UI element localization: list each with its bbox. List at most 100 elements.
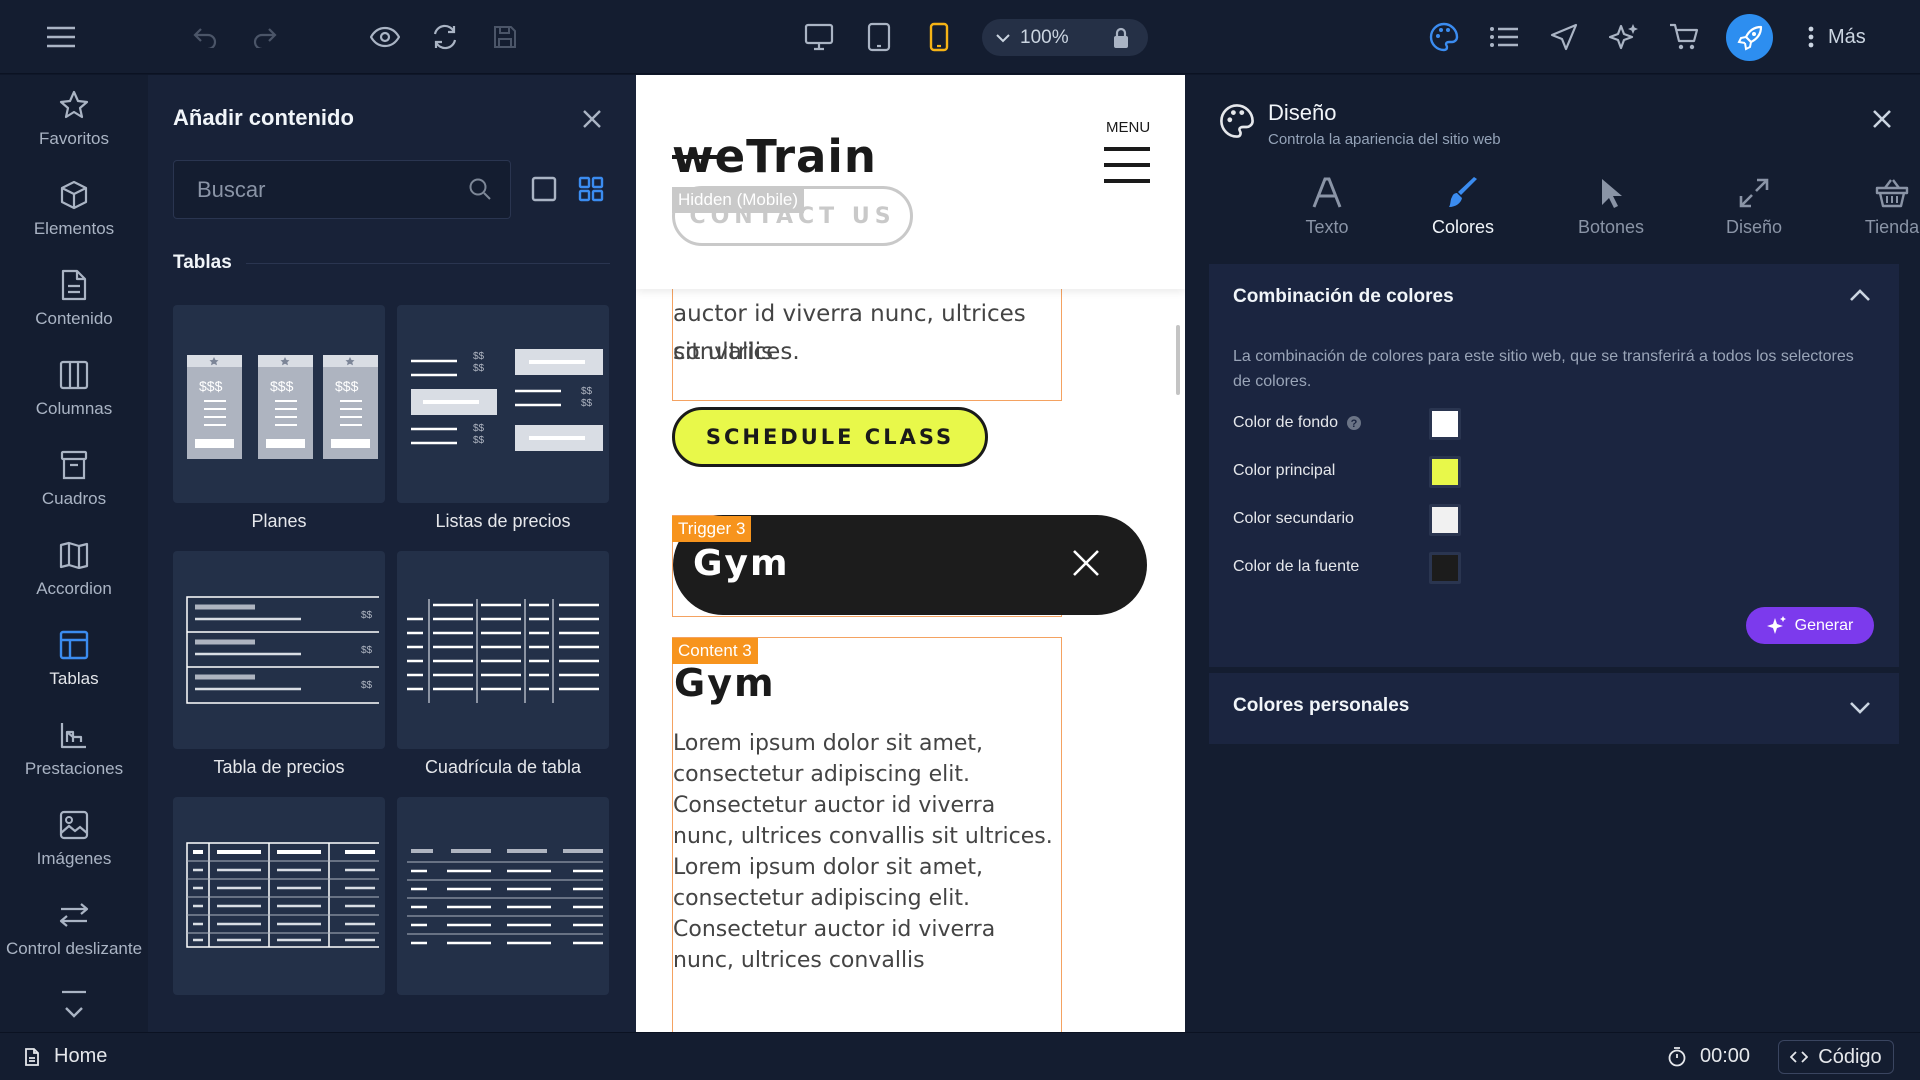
sidebar-item-label: Favoritos (39, 129, 109, 148)
card-tabla-de-precios[interactable]: $$ $$ $$ (173, 551, 385, 749)
tab-label: Diseño (1725, 217, 1783, 237)
publish-rocket-icon[interactable] (1726, 14, 1773, 61)
tab-tienda[interactable]: Tienda (1832, 173, 1920, 243)
tab-diseno[interactable]: Diseño (1694, 173, 1814, 243)
palette-icon[interactable] (1422, 15, 1466, 59)
tab-texto[interactable]: Texto (1267, 173, 1387, 243)
preview-eye-icon[interactable] (363, 15, 407, 59)
generate-button[interactable]: Generar (1746, 607, 1874, 644)
site-preview: weTrain MENU CONTACT US Hidden (Mobile) … (636, 75, 1185, 1032)
cart-icon[interactable] (1662, 15, 1706, 59)
grid-view-icon[interactable] (573, 171, 609, 207)
search-icon[interactable] (468, 177, 492, 201)
color-swatch[interactable] (1429, 408, 1461, 440)
table-icon (59, 627, 89, 663)
lock-icon[interactable] (1094, 19, 1148, 56)
mobile-view-icon[interactable] (917, 15, 961, 59)
chevron-up-icon[interactable] (1849, 288, 1871, 302)
card-planes[interactable]: $$$ $$$ $$$ (173, 305, 385, 503)
color-label: Color de fondo (1233, 414, 1338, 431)
color-swatch[interactable] (1429, 552, 1461, 584)
table-grid-thumbnail (407, 599, 599, 703)
desktop-view-icon[interactable] (797, 15, 841, 59)
color-label: Color principal (1233, 462, 1336, 479)
sidebar-item-prestaciones[interactable]: Prestaciones (0, 717, 148, 797)
image-icon (59, 807, 89, 843)
hamburger-menu-icon[interactable] (39, 15, 83, 59)
sidebar-item-label: Contenido (35, 309, 113, 328)
sidebar-item-tablas[interactable]: Tablas (0, 627, 148, 707)
preview-scrollbar[interactable] (1176, 325, 1180, 395)
color-row-secundario: Color secundario (1233, 504, 1873, 536)
sidebar-item-label: Accordion (36, 579, 112, 598)
help-icon[interactable]: ? (1346, 415, 1362, 431)
sidebar-item-columnas[interactable]: Columnas (0, 357, 148, 437)
ai-sparkle-icon[interactable] (1602, 15, 1646, 59)
site-logo[interactable]: weTrain (672, 130, 877, 183)
schedule-class-button[interactable]: SCHEDULE CLASS (672, 407, 988, 467)
list-icon[interactable] (1482, 15, 1526, 59)
more-vertical-icon (1808, 26, 1814, 48)
svg-text:$$: $$ (581, 398, 593, 409)
zoom-dropdown[interactable]: 100% (996, 19, 1069, 56)
sidebar-item-control-deslizante[interactable]: Control deslizante (0, 897, 148, 977)
card-table-variant[interactable] (173, 797, 385, 995)
close-icon[interactable] (1071, 548, 1101, 578)
svg-text:$$: $$ (361, 680, 373, 691)
svg-text:$$: $$ (361, 610, 373, 621)
card-table-striped[interactable] (397, 797, 609, 995)
send-icon[interactable] (1542, 15, 1586, 59)
personal-colors-section[interactable]: Colores personales (1209, 673, 1899, 744)
redo-icon[interactable] (243, 15, 287, 59)
card-cuadricula-de-tabla[interactable] (397, 551, 609, 749)
tab-botones[interactable]: Botones (1551, 173, 1671, 243)
section-title[interactable]: Combinación de colores (1233, 286, 1454, 308)
sidebar-item-label: Elementos (33, 219, 115, 238)
sidebar-item-cuadros[interactable]: Cuadros (0, 447, 148, 527)
sidebar-item-contenido[interactable]: Contenido (0, 267, 148, 347)
tab-label: Botones (1577, 217, 1645, 237)
sidebar-item-elementos[interactable]: Elementos (0, 177, 148, 257)
timer-icon (1668, 1046, 1686, 1066)
panel-title: Diseño (1268, 100, 1337, 125)
more-menu[interactable]: Más (1808, 15, 1866, 59)
svg-text:$$: $$ (473, 363, 485, 374)
panel-subtitle: Controla la apariencia del sitio web (1268, 131, 1501, 148)
sidebar-item-label: Control deslizante (5, 939, 143, 958)
svg-text:$$$: $$$ (270, 378, 294, 394)
refresh-icon[interactable] (423, 15, 467, 59)
sidebar-item-accordion[interactable]: Accordion (0, 537, 148, 617)
price-list-thumbnail: $$$$$$$$$$$$ (411, 349, 603, 451)
code-button[interactable]: Código (1778, 1040, 1894, 1074)
save-icon[interactable] (483, 15, 527, 59)
section-title: Colores personales (1233, 695, 1410, 716)
code-label: Código (1818, 1045, 1882, 1068)
undo-icon[interactable] (183, 15, 227, 59)
hamburger-menu-icon[interactable] (1104, 147, 1150, 187)
tab-label: Colores (1431, 217, 1495, 237)
sidebar-item-favoritos[interactable]: Favoritos (0, 87, 148, 167)
search-input[interactable] (174, 161, 454, 218)
color-swatch[interactable] (1429, 504, 1461, 536)
hidden-mobile-tag: Hidden (Mobile) (672, 187, 804, 213)
section-heading: Tablas (173, 251, 610, 275)
tablet-view-icon[interactable] (857, 15, 901, 59)
section-description: La combinación de colores para este siti… (1233, 348, 1854, 390)
tab-colores[interactable]: Colores (1403, 173, 1523, 243)
close-icon[interactable] (574, 101, 610, 137)
close-icon[interactable] (1872, 109, 1892, 129)
page-selector[interactable]: Home (24, 1045, 107, 1068)
svg-text:$$: $$ (473, 351, 485, 362)
plans-thumbnail: $$$ $$$ $$$ (187, 355, 378, 459)
sidebar-scroll-down[interactable] (0, 987, 148, 1027)
color-swatch[interactable] (1429, 456, 1461, 488)
sidebar-item-imagenes[interactable]: Imágenes (0, 807, 148, 887)
more-label: Más (1828, 25, 1866, 48)
single-view-icon[interactable] (526, 171, 562, 207)
cube-icon (59, 177, 89, 213)
chevron-down-icon[interactable] (1849, 701, 1871, 715)
card-listas-de-precios[interactable]: $$ $$ $$ $$ $$ $$ (397, 305, 609, 503)
expand-icon (1739, 173, 1769, 213)
sparkle-icon (1766, 615, 1786, 634)
timer-value: 00:00 (1700, 1045, 1751, 1067)
